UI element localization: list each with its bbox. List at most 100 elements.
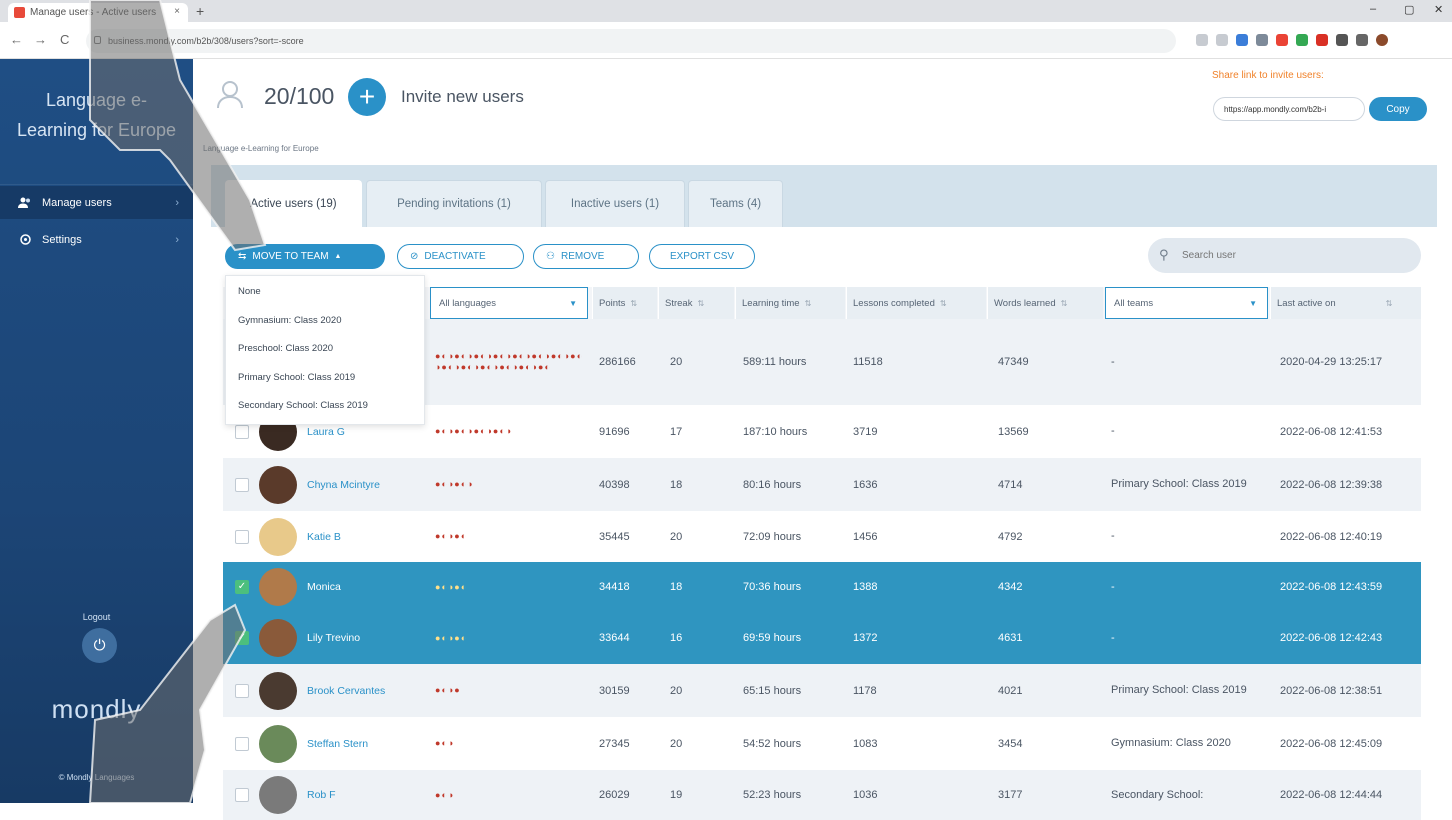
cell-points: 40398 (599, 478, 630, 491)
column-label: Words learned (994, 297, 1056, 309)
export-csv-button[interactable]: EXPORT CSV (649, 244, 755, 269)
row-checkbox[interactable]: ✓ (235, 580, 249, 594)
puzzle-icon[interactable] (1336, 34, 1348, 46)
cell-lessons: 1372 (853, 632, 878, 644)
chevron-down-icon: ▼ (569, 299, 577, 308)
invite-users-link[interactable]: Invite new users (401, 87, 524, 107)
row-checkbox[interactable] (235, 529, 249, 544)
cell-points: 91696 (599, 425, 630, 438)
user-name-link[interactable]: Steffan Stern (307, 738, 368, 750)
table-row[interactable]: Rob F ●◐◑ 26029 19 52:23 hours 1036 3177 Second… (223, 770, 1421, 820)
cell-time: 52:23 hours (743, 789, 802, 801)
column-last-active[interactable]: Last active on ⇅ (1270, 287, 1421, 319)
cell-streak: 20 (670, 737, 683, 750)
remove-label: REMOVE (560, 251, 605, 262)
star-icon[interactable] (1216, 34, 1228, 46)
deactivate-label: DEACTIVATE (424, 251, 486, 262)
languages-filter[interactable]: All languages ▼ (430, 287, 588, 319)
back-icon[interactable]: ← (10, 32, 23, 47)
tab-teams[interactable]: Teams (4) (688, 180, 783, 227)
forward-icon[interactable]: → (34, 32, 47, 47)
cell-streak: 16 (670, 632, 683, 644)
menu-item-none[interactable]: None (238, 286, 261, 297)
cell-time: 187:10 hours (743, 425, 808, 438)
profile-avatar[interactable] (1376, 34, 1388, 46)
extension-icon[interactable] (1236, 34, 1248, 46)
cell-words: 4631 (998, 632, 1023, 644)
sidepanel-icon[interactable] (1356, 34, 1368, 46)
cell-points: 30159 (599, 684, 630, 697)
settings-icon (18, 233, 32, 247)
tab-inactive-users[interactable]: Inactive users (1) (545, 180, 685, 227)
avatar (259, 776, 297, 814)
search-input[interactable] (1148, 238, 1421, 273)
menu-item-secondary-2019[interactable]: Secondary School: Class 2019 (238, 400, 368, 411)
menu-item-preschool-2020[interactable]: Preschool: Class 2020 (238, 343, 333, 354)
user-name-link[interactable]: Katie B (307, 531, 341, 543)
column-label: Lessons completed (853, 297, 935, 309)
user-name-link[interactable]: Brook Cervantes (307, 685, 385, 697)
cell-time: 80:16 hours (743, 478, 802, 491)
tab-pending-invitations[interactable]: Pending invitations (1) (366, 180, 542, 227)
column-streak[interactable]: Streak ⇅ (658, 287, 734, 319)
cell-lessons: 11518 (853, 356, 883, 368)
pointing-hand-icon (89, 0, 267, 252)
cell-time: 65:15 hours (743, 684, 802, 697)
deactivate-button[interactable]: ⊘ DEACTIVATE (397, 244, 524, 269)
table-row[interactable]: Katie B ●◐◑●◐ 35445 20 72:09 hours 1456 4792 - 2… (223, 511, 1421, 562)
menu-item-gymnasium-2020[interactable]: Gymnasium: Class 2020 (238, 315, 341, 326)
remove-user-icon: ⚇ (546, 251, 555, 262)
cell-streak: 20 (670, 356, 683, 368)
maximize-icon[interactable]: ▢ (1404, 3, 1414, 16)
column-lessons-completed[interactable]: Lessons completed ⇅ (846, 287, 986, 319)
user-name-link[interactable]: Chyna Mcintyre (307, 479, 380, 491)
user-name-link[interactable]: Monica (307, 581, 341, 593)
cell-team: Primary School: Class 2019 (1111, 478, 1247, 490)
cell-team: - (1111, 631, 1115, 644)
close-window-icon[interactable]: ✕ (1434, 3, 1443, 16)
sort-icon: ⇅ (804, 298, 812, 308)
share-icon[interactable] (1196, 34, 1208, 46)
cell-time: 70:36 hours (743, 581, 802, 593)
extension-icon[interactable] (1316, 34, 1328, 46)
extension-icon[interactable] (1296, 34, 1308, 46)
menu-item-primary-2019[interactable]: Primary School: Class 2019 (238, 372, 355, 383)
avatar (259, 671, 297, 710)
cell-time: 54:52 hours (743, 737, 802, 750)
teams-filter[interactable]: All teams ▼ (1105, 287, 1268, 319)
invite-users-button[interactable]: + (348, 78, 386, 116)
cell-last: 2022-06-08 12:45:09 (1280, 737, 1383, 750)
remove-button[interactable]: ⚇ REMOVE (533, 244, 639, 269)
teams-filter-label: All teams (1114, 297, 1154, 309)
table-row[interactable]: Brook Cervantes ●◐◑● 30159 20 65:15 hours 117… (223, 664, 1421, 717)
column-words-learned[interactable]: Words learned ⇅ (987, 287, 1103, 319)
column-learning-time[interactable]: Learning time ⇅ (735, 287, 845, 319)
cell-time: 589:11 hours (743, 356, 807, 368)
user-name-link[interactable]: Lily Trevino (307, 632, 360, 644)
minimize-icon[interactable]: – (1370, 3, 1376, 15)
table-row[interactable]: Chyna Mcintyre ●◐◑●◐◑ 40398 18 80:16 hours 16… (223, 458, 1421, 511)
cell-time: 72:09 hours (743, 530, 802, 543)
row-checkbox[interactable] (235, 424, 249, 439)
cell-words: 3454 (998, 737, 1023, 750)
table-row[interactable]: ✓ Monica ●◐◑●◐ 34418 18 70:36 hours 1388 4342 - 2… (223, 562, 1421, 612)
table-row[interactable]: ✓ Lily Trevino ●◐◑●◐ 33644 16 69:59 hours 1372… (223, 612, 1421, 664)
copy-button[interactable]: Copy (1369, 97, 1427, 121)
row-checkbox[interactable] (235, 477, 249, 492)
cell-last: 2022-06-08 12:41:53 (1280, 425, 1383, 438)
cell-streak: 20 (670, 530, 683, 543)
extension-icon[interactable] (1276, 34, 1288, 46)
user-name-link[interactable]: Rob F (307, 789, 336, 801)
cell-last: 2020-04-29 13:25:17 (1280, 356, 1383, 368)
extension-icon[interactable] (1256, 34, 1268, 46)
caret-up-icon: ▲ (334, 253, 342, 260)
column-points[interactable]: Points ⇅ (592, 287, 657, 319)
sort-icon: ⇅ (1060, 298, 1068, 308)
table-row[interactable]: Steffan Stern ●◐◑ 27345 20 54:52 hours 1083 34… (223, 717, 1421, 770)
share-link-field[interactable] (1213, 97, 1365, 121)
avatar (259, 619, 297, 657)
column-label: Last active on (1277, 297, 1336, 309)
cell-last: 2022-06-08 12:38:51 (1280, 684, 1383, 697)
user-name-link[interactable]: Laura G (307, 426, 345, 438)
avatar (259, 568, 297, 606)
